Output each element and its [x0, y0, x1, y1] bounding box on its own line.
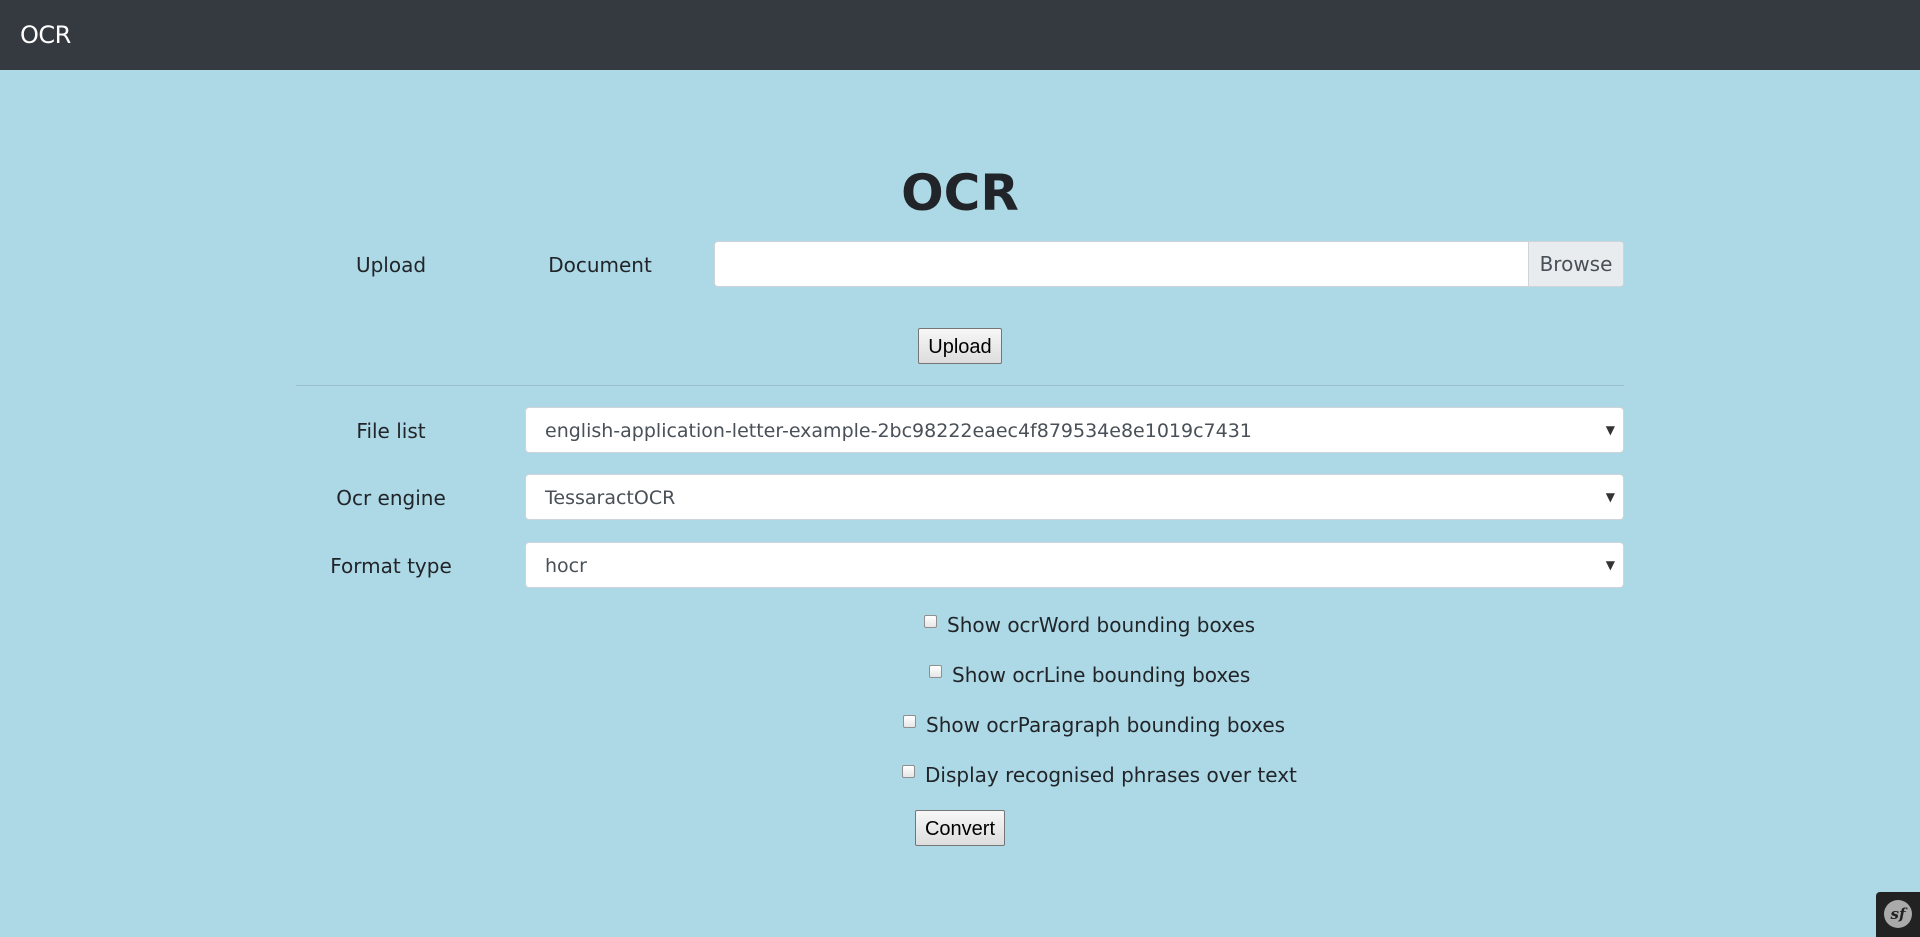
- caret-down-icon: ▼: [1605, 423, 1615, 437]
- section-divider: [296, 385, 1624, 386]
- display-phrases-checkbox[interactable]: [902, 765, 915, 778]
- format-type-selected-value: hocr: [545, 555, 587, 577]
- option-ocrline-boxes[interactable]: Show ocrLine bounding boxes: [929, 662, 1250, 688]
- ocrline-checkbox[interactable]: [929, 665, 942, 678]
- file-list-select[interactable]: english-application-letter-example-2bc98…: [525, 407, 1624, 453]
- symfony-toolbar-toggle[interactable]: sf: [1876, 892, 1920, 937]
- ocrline-checkbox-label[interactable]: Show ocrLine bounding boxes: [952, 662, 1250, 688]
- option-display-phrases[interactable]: Display recognised phrases over text: [902, 762, 1297, 788]
- convert-button[interactable]: Convert: [915, 810, 1005, 846]
- option-ocrparagraph-boxes[interactable]: Show ocrParagraph bounding boxes: [903, 712, 1285, 738]
- ocr-engine-select[interactable]: TessaractOCR ▼: [525, 474, 1624, 520]
- format-type-label: Format type: [330, 554, 452, 578]
- caret-down-icon: ▼: [1605, 558, 1615, 572]
- ocrparagraph-checkbox-label[interactable]: Show ocrParagraph bounding boxes: [926, 712, 1285, 738]
- ocrword-checkbox[interactable]: [924, 615, 937, 628]
- option-ocrword-boxes[interactable]: Show ocrWord bounding boxes: [924, 612, 1255, 638]
- file-list-selected-value: english-application-letter-example-2bc98…: [545, 420, 1252, 442]
- browse-button[interactable]: Browse: [1528, 242, 1623, 286]
- ocrword-checkbox-label[interactable]: Show ocrWord bounding boxes: [947, 612, 1255, 638]
- ocr-engine-selected-value: TessaractOCR: [545, 487, 676, 509]
- document-label: Document: [548, 253, 652, 277]
- file-list-label: File list: [356, 419, 426, 443]
- navbar-brand[interactable]: OCR: [20, 20, 71, 50]
- upload-section-label: Upload: [355, 253, 427, 277]
- ocr-engine-label: Ocr engine: [336, 486, 446, 510]
- caret-down-icon: ▼: [1605, 490, 1615, 504]
- format-type-select[interactable]: hocr ▼: [525, 542, 1624, 588]
- display-phrases-checkbox-label[interactable]: Display recognised phrases over text: [925, 762, 1297, 788]
- document-file-input[interactable]: Browse: [714, 241, 1624, 287]
- ocrparagraph-checkbox[interactable]: [903, 715, 916, 728]
- upload-button[interactable]: Upload: [918, 328, 1002, 364]
- symfony-logo-icon: sf: [1884, 900, 1912, 928]
- top-navbar: OCR: [0, 0, 1920, 70]
